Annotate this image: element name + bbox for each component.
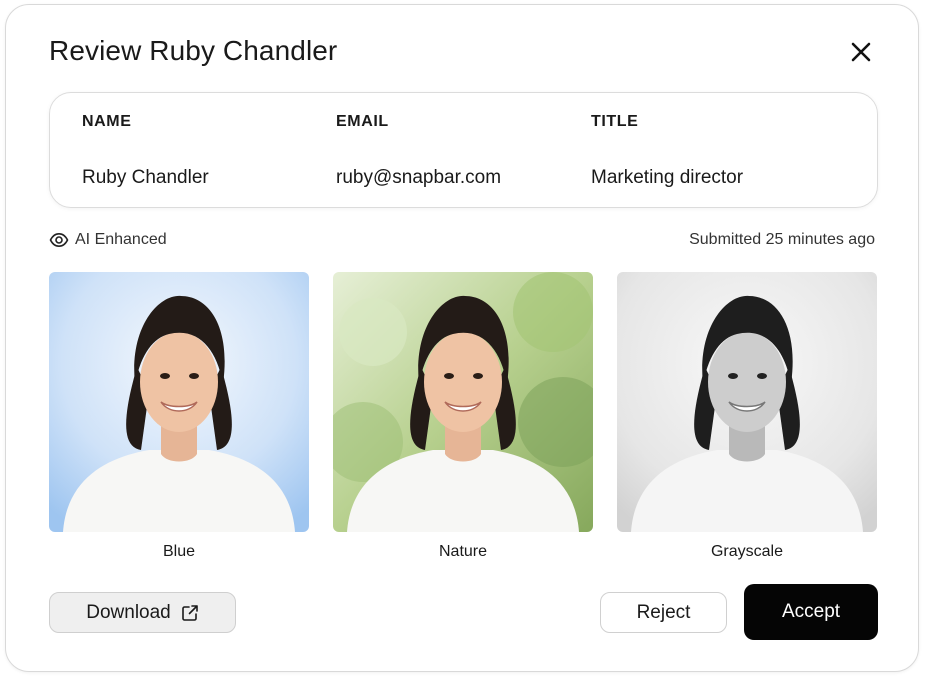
- external-link-icon: [181, 604, 198, 621]
- download-label: Download: [86, 601, 171, 623]
- title-value: Marketing director: [591, 167, 744, 188]
- photo-blue[interactable]: [49, 272, 309, 532]
- submitted-time: Submitted 25 minutes ago: [689, 231, 875, 248]
- email-header: EMAIL: [336, 113, 389, 130]
- dialog-title: Review Ruby Chandler: [49, 35, 338, 66]
- eye-icon: [49, 232, 69, 248]
- photo-nature[interactable]: [333, 272, 593, 532]
- photo-caption-grayscale: Grayscale: [710, 543, 784, 560]
- ai-enhanced-label: AI Enhanced: [75, 231, 167, 248]
- email-value: ruby@snapbar.com: [336, 167, 502, 188]
- portrait-nature: [333, 272, 593, 532]
- portrait-grayscale: [617, 272, 877, 532]
- portrait-blue: [49, 272, 309, 532]
- accept-button[interactable]: Accept: [744, 584, 878, 640]
- name-header: NAME: [82, 113, 132, 130]
- name-value: Ruby Chandler: [82, 167, 209, 188]
- photo-caption-nature: Nature: [438, 543, 488, 560]
- close-icon: [851, 42, 871, 62]
- reject-button[interactable]: Reject: [600, 592, 727, 633]
- ai-enhanced-badge: AI Enhanced: [49, 231, 167, 249]
- review-dialog: Review Ruby Chandler NAME Ruby Chandler …: [5, 4, 919, 672]
- title-header: TITLE: [591, 113, 639, 130]
- photo-caption-blue: Blue: [162, 543, 196, 560]
- close-button[interactable]: [844, 35, 878, 69]
- reviewee-info-card: NAME Ruby Chandler EMAIL ruby@snapbar.co…: [49, 92, 878, 208]
- photo-grayscale[interactable]: [617, 272, 877, 532]
- download-button[interactable]: Download: [49, 592, 236, 633]
